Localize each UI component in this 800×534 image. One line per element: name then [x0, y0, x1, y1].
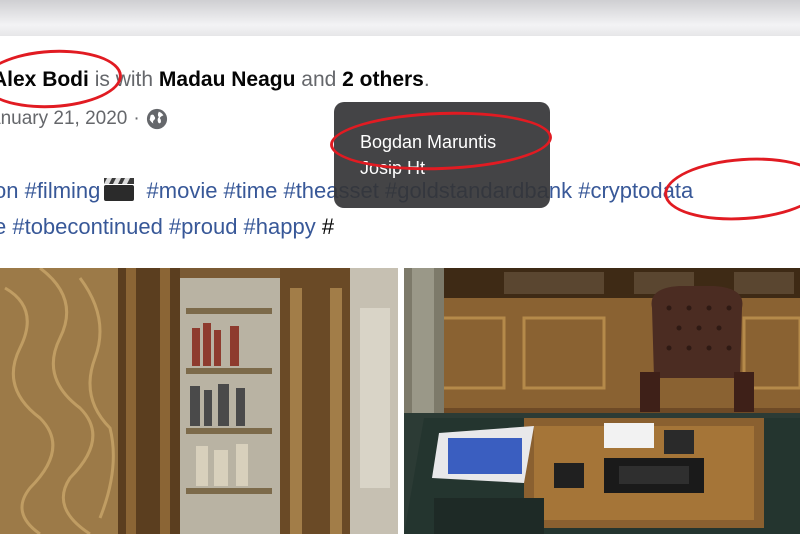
tooltip-name-2: Josip Ht [360, 158, 426, 178]
with-text: is with [94, 68, 154, 91]
author-name[interactable]: Alex Bodi [0, 68, 89, 91]
hashtag-tail: # [321, 214, 335, 239]
browser-top-bar [0, 0, 800, 37]
post-photo-left[interactable] [0, 268, 398, 534]
hashtag-line-2: e #tobecontinued #proud #happy # [0, 214, 334, 240]
post-header: Alex Bodi is with Madau Neagu and 2 othe… [0, 68, 430, 92]
and-text: and [301, 68, 337, 91]
tagged-people-tooltip: Bogdan Maruntis Josip Ht [334, 102, 550, 208]
meta-separator: · [133, 108, 140, 129]
cabinet-photo [0, 268, 398, 534]
tagged-person[interactable]: Madau Neagu [159, 68, 296, 91]
hashtags-second-row[interactable]: e #tobecontinued #proud #happy [0, 214, 316, 239]
hashtag-filming[interactable]: on #filming [0, 178, 100, 203]
tooltip-name-1: Bogdan Maruntis [360, 132, 497, 152]
post-meta: anuary 21, 2020 · [0, 108, 168, 130]
office-desk-photo [404, 268, 800, 534]
period: . [423, 68, 430, 91]
post-date[interactable]: anuary 21, 2020 [0, 108, 127, 130]
clapper-board-icon [104, 178, 135, 201]
others-link[interactable]: 2 others [342, 68, 424, 91]
globe-icon[interactable] [146, 108, 168, 130]
post-photo-right[interactable] [404, 268, 800, 534]
